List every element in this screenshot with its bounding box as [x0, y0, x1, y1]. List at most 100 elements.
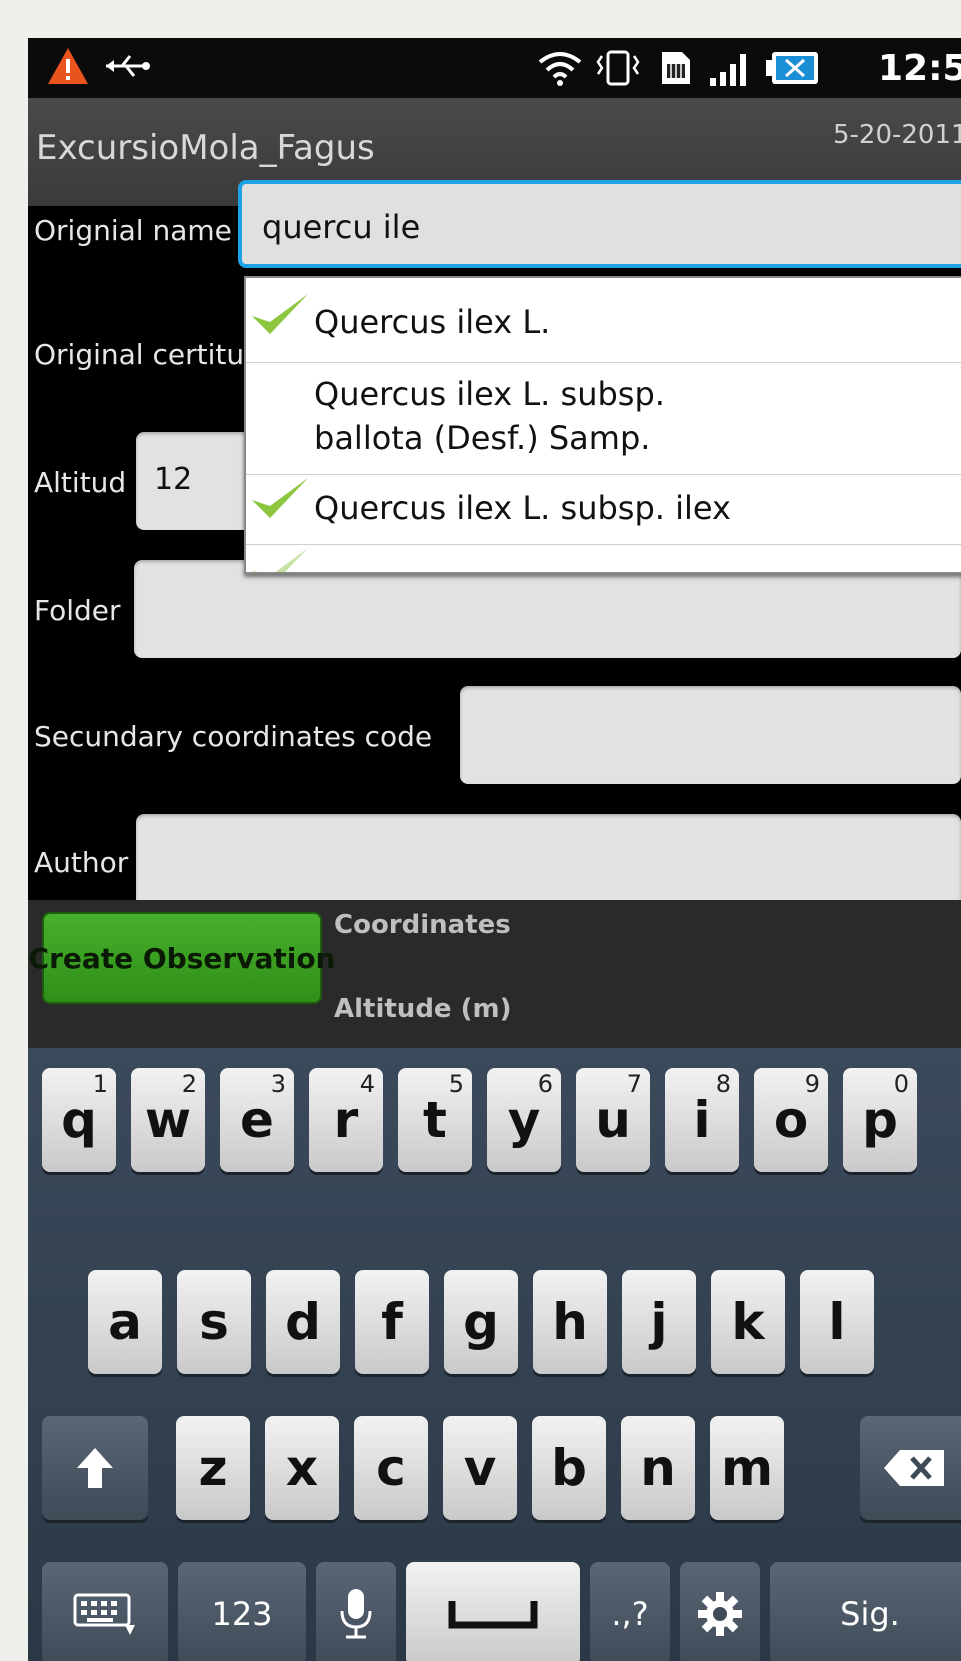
- original-certitude-label: Original certitu: [34, 338, 245, 371]
- numbers-key[interactable]: 123: [178, 1562, 306, 1661]
- space-key[interactable]: [406, 1562, 580, 1661]
- checkmark-icon: [252, 294, 308, 334]
- suggestion-item[interactable]: Quercus ilex L. subsp. ballota (Desf.) S…: [246, 362, 961, 475]
- key-a[interactable]: a: [88, 1270, 162, 1374]
- shift-key[interactable]: [42, 1416, 148, 1520]
- key-x[interactable]: x: [265, 1416, 339, 1520]
- battery-icon: [766, 52, 818, 84]
- key-label: o: [773, 1091, 809, 1149]
- key-hint: 7: [626, 1070, 642, 1098]
- create-observation-button[interactable]: Create Observation: [29, 912, 336, 1004]
- key-h[interactable]: h: [533, 1270, 607, 1374]
- wifi-icon: [538, 52, 582, 86]
- key-c[interactable]: c: [354, 1416, 428, 1520]
- original-name-input[interactable]: quercu ile: [238, 180, 961, 268]
- key-l[interactable]: l: [800, 1270, 874, 1374]
- app-date: 5-20-2011: [833, 120, 961, 150]
- key-label: i: [693, 1091, 711, 1149]
- key-o[interactable]: 9o: [754, 1068, 828, 1172]
- key-hint: 3: [270, 1070, 286, 1098]
- key-m[interactable]: m: [710, 1416, 784, 1520]
- key-u[interactable]: 7u: [576, 1068, 650, 1172]
- shift-icon: [77, 1448, 113, 1488]
- key-s[interactable]: s: [177, 1270, 251, 1374]
- key-w[interactable]: 2w: [131, 1068, 205, 1172]
- gear-icon: [698, 1592, 742, 1636]
- altitude-value: 12: [154, 462, 193, 497]
- secondary-code-label: Secundary coordinates code: [34, 720, 433, 753]
- author-input[interactable]: [136, 814, 961, 912]
- key-p[interactable]: 0p: [843, 1068, 917, 1172]
- punctuation-key[interactable]: .,?: [590, 1562, 670, 1661]
- suggestion-label: Quercus ilex L.: [314, 303, 551, 341]
- vibrate-icon: [596, 50, 640, 86]
- key-k[interactable]: k: [711, 1270, 785, 1374]
- suggestion-item[interactable]: Quercus ilex L. subsp. ilex: [246, 474, 961, 545]
- suggestion-label-line2: ballota (Desf.) Samp.: [314, 419, 651, 457]
- numbers-key-label: 123: [211, 1595, 273, 1633]
- space-icon: [448, 1601, 538, 1629]
- folder-label: Folder: [34, 594, 121, 627]
- key-hint: 2: [181, 1070, 197, 1098]
- key-g[interactable]: g: [444, 1270, 518, 1374]
- key-j[interactable]: j: [622, 1270, 696, 1374]
- keyboard-icon: [73, 1593, 135, 1635]
- key-v[interactable]: v: [443, 1416, 517, 1520]
- key-label: q: [61, 1091, 97, 1149]
- original-name-value: quercu ile: [262, 208, 421, 246]
- key-r[interactable]: 4r: [309, 1068, 383, 1172]
- key-f[interactable]: f: [355, 1270, 429, 1374]
- key-y[interactable]: 6y: [487, 1068, 561, 1172]
- key-t[interactable]: 5t: [398, 1068, 472, 1172]
- key-i[interactable]: 8i: [665, 1068, 739, 1172]
- next-key-label: Sig.: [840, 1595, 900, 1633]
- altitude-m-label: Altitude (m): [334, 994, 512, 1024]
- punctuation-key-label: .,?: [611, 1595, 649, 1633]
- backspace-icon: [884, 1450, 944, 1486]
- usb-icon: [106, 55, 150, 77]
- microphone-icon: [340, 1589, 372, 1639]
- warning-icon: [48, 48, 88, 84]
- author-label: Author: [34, 846, 129, 879]
- coordinates-label: Coordinates: [334, 910, 511, 940]
- next-key[interactable]: Sig.: [770, 1562, 961, 1661]
- key-b[interactable]: b: [532, 1416, 606, 1520]
- secondary-code-input[interactable]: [460, 686, 961, 784]
- status-time: 12:51: [878, 48, 961, 89]
- backspace-key[interactable]: [860, 1416, 961, 1520]
- key-label: e: [240, 1091, 274, 1149]
- microphone-key[interactable]: [316, 1562, 396, 1661]
- suggestion-item[interactable]: [246, 544, 961, 572]
- key-hint: 6: [537, 1070, 553, 1098]
- key-hint: 5: [448, 1070, 464, 1098]
- key-hint: 8: [715, 1070, 731, 1098]
- altitude-label: Altitud: [34, 466, 127, 499]
- suggestion-item[interactable]: Quercus ilex L.: [246, 278, 961, 363]
- suggestion-label: Quercus ilex L. subsp.: [314, 375, 665, 413]
- key-hint: 0: [893, 1070, 909, 1098]
- key-label: p: [862, 1091, 898, 1149]
- autocomplete-dropdown: Quercus ilex L. Quercus ilex L. subsp. b…: [244, 276, 961, 574]
- suggestion-label: Quercus ilex L. subsp. ilex: [314, 489, 731, 527]
- original-name-label: Orignial name: [34, 214, 232, 247]
- key-label: u: [595, 1091, 631, 1149]
- keyboard-switch-key[interactable]: [42, 1562, 168, 1661]
- soft-keyboard: 1q2w3e4r5t6y7u8i9o0p asdfghjkl zxcvbnm 1…: [28, 1048, 961, 1661]
- checkmark-icon: [252, 548, 308, 572]
- sim-icon: [662, 52, 690, 84]
- settings-key[interactable]: [680, 1562, 760, 1661]
- key-label: r: [333, 1091, 359, 1149]
- status-bar: 12:51: [28, 38, 961, 99]
- key-hint: 1: [92, 1070, 108, 1098]
- key-n[interactable]: n: [621, 1416, 695, 1520]
- key-z[interactable]: z: [176, 1416, 250, 1520]
- phone-screen: 12:51 ExcursioMola_Fagus 5-20-2011 Orign…: [28, 38, 961, 1661]
- key-e[interactable]: 3e: [220, 1068, 294, 1172]
- key-q[interactable]: 1q: [42, 1068, 116, 1172]
- action-bar: Create Observation Coordinates Altitude …: [28, 900, 961, 1048]
- checkmark-icon: [252, 478, 308, 518]
- folder-input[interactable]: [134, 560, 961, 658]
- key-label: t: [423, 1091, 447, 1149]
- key-d[interactable]: d: [266, 1270, 340, 1374]
- key-label: y: [507, 1091, 541, 1149]
